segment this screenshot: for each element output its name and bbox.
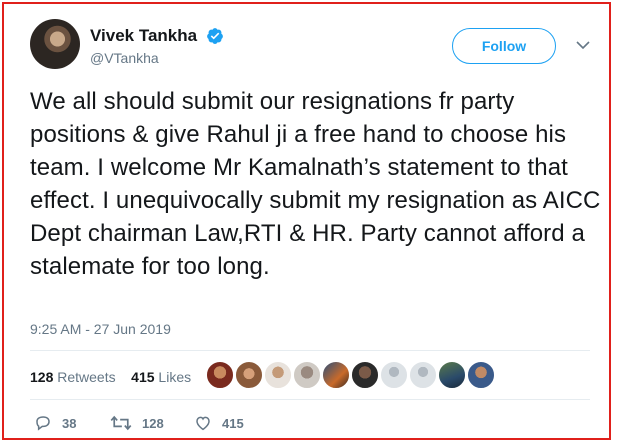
likes-stat[interactable]: 415 Likes [131, 369, 191, 385]
user-name[interactable]: Vivek Tankha [90, 26, 197, 46]
retweets-stat[interactable]: 128 Retweets [30, 369, 116, 385]
divider [30, 399, 590, 400]
like-count: 415 [222, 415, 244, 431]
avatar[interactable] [30, 19, 80, 69]
liker-avatar[interactable] [206, 361, 234, 389]
divider [30, 350, 590, 351]
heart-icon [196, 416, 210, 431]
chevron-down-icon[interactable] [576, 40, 590, 50]
verified-badge-icon [207, 28, 223, 44]
reply-button[interactable]: 38 [34, 413, 76, 433]
liker-avatar[interactable] [351, 361, 379, 389]
user-handle[interactable]: @VTankha [90, 50, 159, 66]
likes-count: 415 [131, 369, 155, 385]
likes-label: Likes [158, 369, 192, 385]
liker-avatar[interactable] [235, 361, 263, 389]
retweet-icon [110, 415, 132, 431]
retweet-button[interactable]: 128 [110, 413, 164, 433]
retweets-label: Retweets [57, 369, 116, 385]
liker-avatar[interactable] [322, 361, 350, 389]
liker-avatar[interactable] [264, 361, 292, 389]
reply-icon [36, 416, 50, 431]
retweet-count: 128 [142, 415, 164, 431]
like-button[interactable]: 415 [194, 413, 244, 433]
retweets-count: 128 [30, 369, 54, 385]
liker-avatar[interactable] [380, 361, 408, 389]
liker-avatar[interactable] [438, 361, 466, 389]
liker-avatar[interactable] [409, 361, 437, 389]
tweet-stats: 128 Retweets 415 Likes [30, 369, 191, 385]
tweet-text: We all should submit our resignations fr… [30, 88, 601, 280]
reply-count: 38 [62, 415, 77, 431]
follow-button[interactable]: Follow [452, 28, 556, 64]
liker-avatar[interactable] [467, 361, 495, 389]
tweet-timestamp[interactable]: 9:25 AM - 27 Jun 2019 [30, 321, 171, 337]
liker-avatar[interactable] [293, 361, 321, 389]
